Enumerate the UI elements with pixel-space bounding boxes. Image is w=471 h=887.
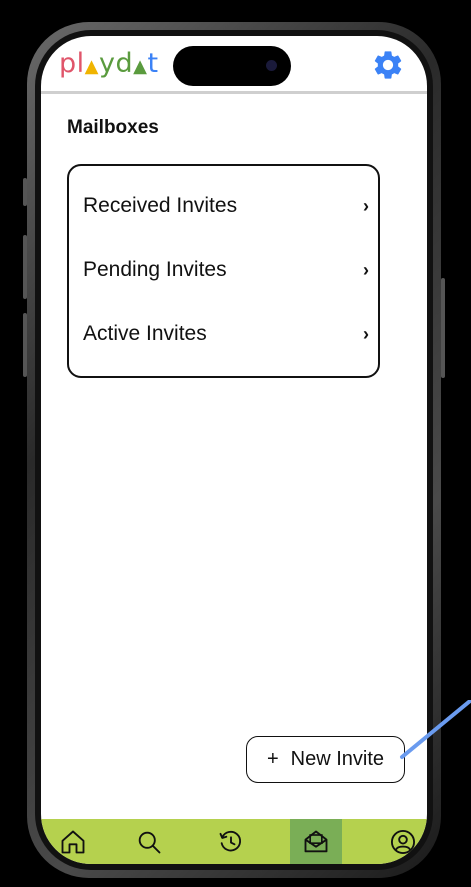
page-title: Mailboxes	[67, 117, 159, 138]
app-logo: pl▲yd▲t	[59, 48, 159, 79]
mailbox-item-label: Active Invites	[83, 322, 207, 345]
annotation-arrow	[400, 700, 471, 759]
chevron-right-icon: ›	[363, 195, 369, 216]
mailbox-item-active[interactable]: Active Invites ›	[83, 314, 373, 354]
profile-icon	[390, 829, 416, 854]
mute-switch	[23, 178, 27, 206]
bottom-nav	[41, 819, 427, 864]
new-invite-label: New Invite	[290, 748, 385, 770]
plus-icon: +	[266, 748, 279, 770]
home-icon	[61, 830, 85, 853]
nav-search[interactable]	[123, 819, 175, 864]
mailbox-item-label: Pending Invites	[83, 258, 227, 281]
nav-profile[interactable]	[377, 819, 427, 864]
camera-dot	[266, 60, 277, 71]
header-divider	[41, 91, 427, 94]
mailbox-item-label: Received Invites	[83, 194, 238, 217]
history-icon	[219, 830, 242, 851]
phone-screen: pl▲yd▲t Mailboxes Received Invites › Pen…	[41, 36, 427, 864]
gear-icon[interactable]	[371, 48, 405, 82]
volume-down-button	[23, 313, 27, 377]
nav-home[interactable]	[47, 819, 99, 864]
search-icon	[138, 831, 161, 853]
dynamic-island	[173, 46, 291, 86]
nav-history[interactable]	[205, 819, 257, 864]
mailbox-list: Received Invites › Pending Invites › Act…	[67, 164, 380, 378]
mailbox-item-received[interactable]: Received Invites ›	[83, 186, 373, 226]
nav-mailbox[interactable]	[290, 819, 342, 864]
chevron-right-icon: ›	[363, 259, 369, 280]
mailbox-item-pending[interactable]: Pending Invites ›	[83, 250, 373, 290]
chevron-right-icon: ›	[363, 323, 369, 344]
power-button	[441, 278, 445, 378]
new-invite-button[interactable]: + New Invite	[246, 736, 405, 783]
mailbox-icon	[304, 830, 328, 852]
volume-up-button	[23, 235, 27, 299]
